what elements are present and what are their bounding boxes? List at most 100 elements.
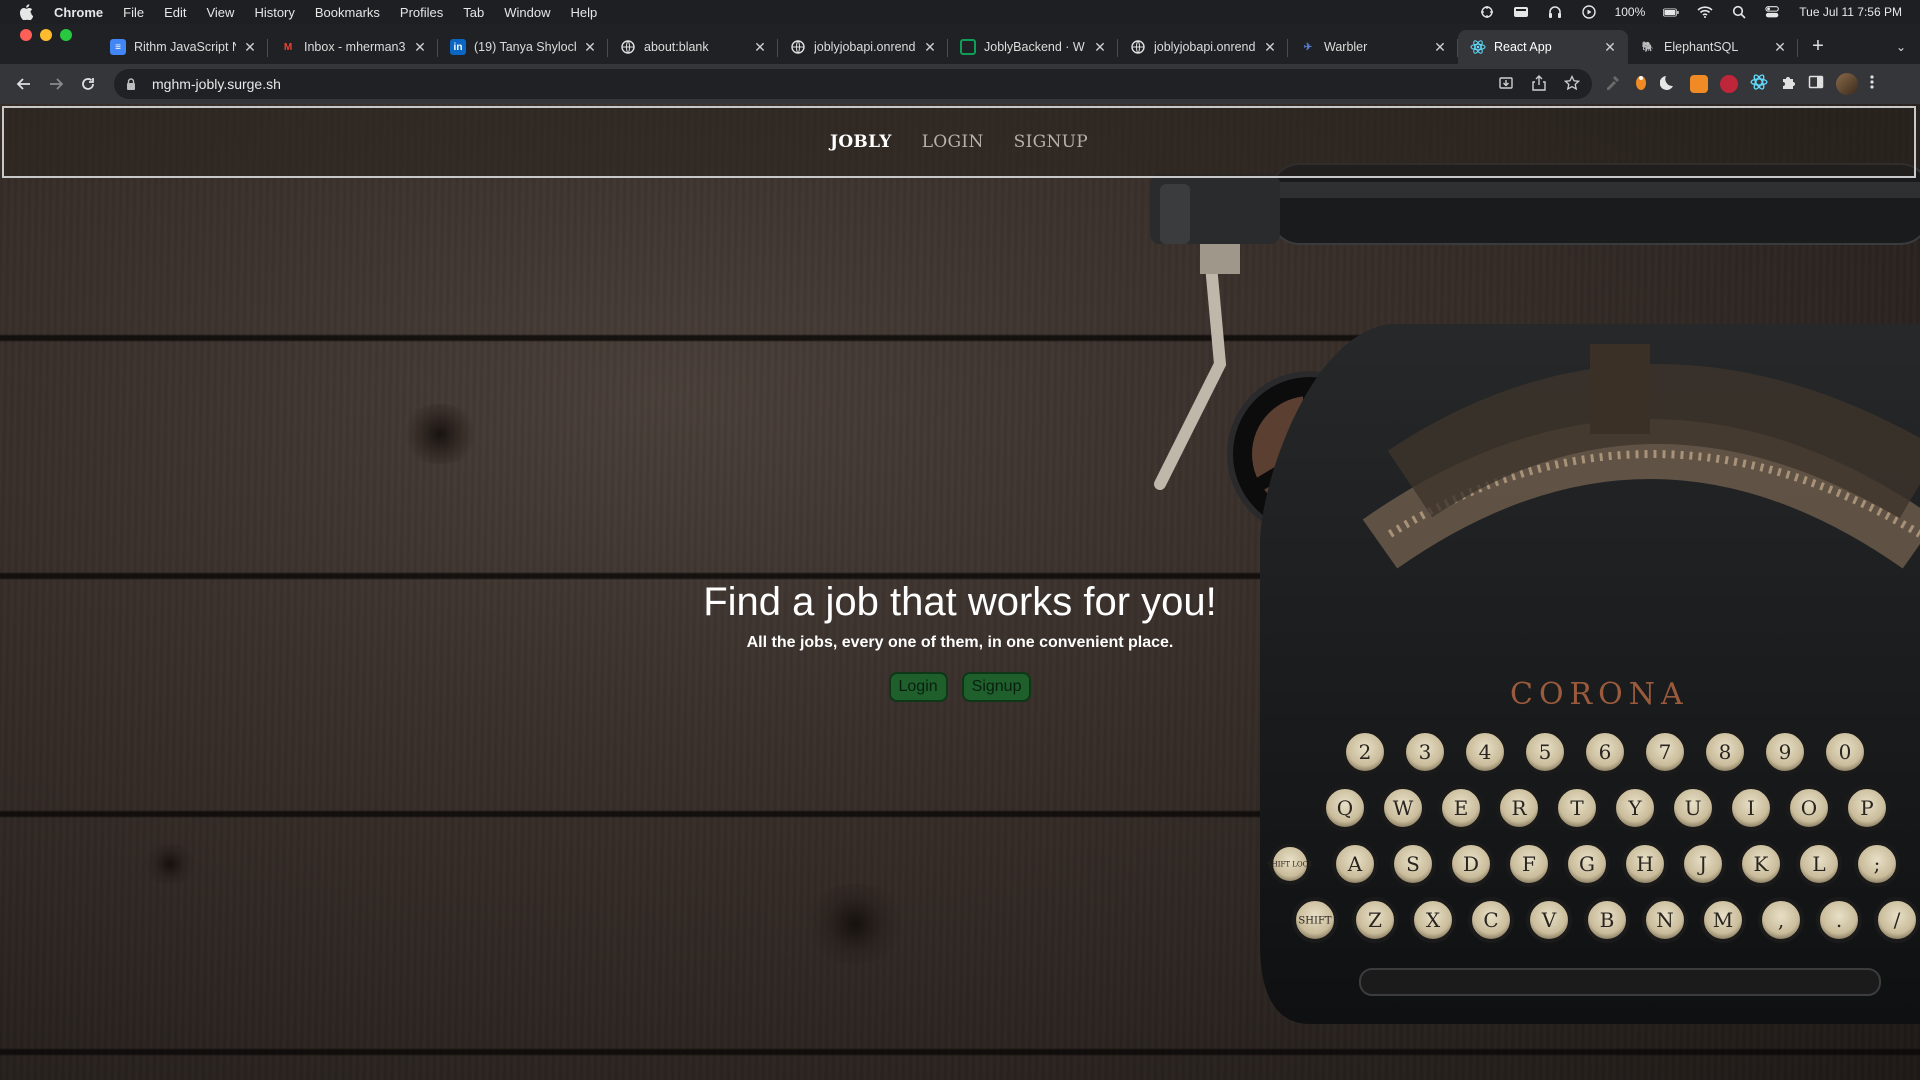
profile-avatar[interactable] [1836,73,1858,95]
close-tab-icon[interactable]: ✕ [582,39,598,55]
close-window-button[interactable] [20,29,32,41]
zoom-window-button[interactable] [60,29,72,41]
typewriter-key-label: 2 [1359,740,1372,764]
typewriter-shift-lock-key-label: SHIFT LOCK [1267,861,1314,869]
forward-button[interactable] [42,70,70,98]
close-tab-icon[interactable]: ✕ [1602,39,1618,55]
todoist-extension-icon[interactable] [1690,75,1708,93]
battery-icon[interactable] [1663,5,1679,19]
kebab-menu-icon[interactable] [1870,74,1874,95]
menu-edit[interactable]: Edit [164,5,186,20]
typewriter-key-label: O [1801,796,1817,820]
keyboard-icon[interactable] [1513,5,1529,19]
side-panel-icon[interactable] [1808,74,1824,95]
wood-knot [800,884,910,964]
back-button[interactable] [10,70,38,98]
control-center-icon[interactable] [1765,5,1781,19]
apple-icon[interactable] [18,4,34,20]
tab-linkedin[interactable]: in (19) Tanya Shylock ✕ [438,30,608,64]
typewriter-key-label: 9 [1779,740,1792,764]
tab-search-chevron-icon[interactable]: ⌄ [1896,40,1906,54]
react-devtools-icon[interactable] [1750,73,1768,96]
close-tab-icon[interactable]: ✕ [752,39,768,55]
tab-about-blank[interactable]: about:blank ✕ [608,30,778,64]
tab-rithm[interactable]: ≡ Rithm JavaScript N ✕ [98,30,268,64]
typewriter-key-label: A [1347,852,1363,876]
menu-window[interactable]: Window [504,5,550,20]
close-tab-icon[interactable]: ✕ [922,39,938,55]
tab-title: ElephantSQL [1664,40,1739,54]
wood-knot [400,404,480,464]
typewriter-key-label: K [1754,852,1770,876]
honey-extension-icon[interactable] [1634,73,1648,96]
menu-profiles[interactable]: Profiles [400,5,443,20]
globe-icon [1130,39,1146,55]
typewriter-shift-key-label: SHIFT [1298,916,1331,927]
tab-elephantsql[interactable]: 🐘 ElephantSQL ✕ [1628,30,1798,64]
close-tab-icon[interactable]: ✕ [1772,39,1788,55]
menubar-clock[interactable]: Tue Jul 11 7:56 PM [1799,5,1902,19]
typewriter-key-label: 6 [1599,740,1612,764]
dropper-extension-icon[interactable] [1604,73,1622,96]
battery-percent: 100% [1614,5,1646,19]
typewriter-key-label: , [1778,908,1784,932]
tab-react-app[interactable]: React App ✕ [1458,30,1628,64]
close-tab-icon[interactable]: ✕ [412,39,428,55]
extensions-area [1604,73,1874,96]
menu-file[interactable]: File [123,5,144,20]
spotlight-search-icon[interactable] [1731,5,1747,19]
tab-joblyjobapi-1[interactable]: joblyjobapi.onrend ✕ [778,30,948,64]
dark-mode-moon-icon[interactable] [1659,73,1678,96]
tab-jobly-backend[interactable]: JoblyBackend · W ✕ [948,30,1118,64]
macos-menu-bar: Chrome File Edit View History Bookmarks … [0,0,1920,24]
menu-tab[interactable]: Tab [463,5,484,20]
tab-title: JoblyBackend · W [984,40,1085,54]
hero-subtitle: All the jobs, every one of them, in one … [746,634,1174,651]
menu-bookmarks[interactable]: Bookmarks [315,5,380,20]
tab-gmail[interactable]: M Inbox - mherman3 ✕ [268,30,438,64]
minimize-window-button[interactable] [40,29,52,41]
gamepad-icon[interactable] [1479,5,1495,19]
hero-signup-button[interactable]: Signup [961,672,1032,702]
close-tab-icon[interactable]: ✕ [242,39,258,55]
bookmark-star-icon[interactable] [1563,74,1581,94]
address-bar[interactable]: mghm-jobly.surge.sh [114,69,1592,99]
typewriter-key-label: W [1393,796,1414,820]
elephant-icon: 🐘 [1641,41,1655,53]
lock-icon[interactable] [126,77,140,91]
typewriter-key-label: C [1483,908,1498,932]
close-tab-icon[interactable]: ✕ [1092,39,1108,55]
close-tab-icon[interactable]: ✕ [1432,39,1448,55]
menu-help[interactable]: Help [571,5,598,20]
puzzle-extensions-icon[interactable] [1780,74,1796,95]
headphones-icon[interactable] [1547,5,1563,19]
navbar-signup-link[interactable]: SIGNUP [1014,132,1088,152]
close-tab-icon[interactable]: ✕ [1262,39,1278,55]
share-icon[interactable] [1532,74,1546,94]
wood-knot [140,844,200,884]
url-text[interactable]: mghm-jobly.surge.sh [152,76,281,92]
tab-title: Inbox - mherman3 [304,40,406,54]
ublock-extension-icon[interactable] [1720,75,1738,93]
tab-list: ≡ Rithm JavaScript N ✕ M Inbox - mherman… [98,24,1798,64]
typewriter-key-label: T [1570,796,1584,820]
play-circle-icon[interactable] [1581,5,1597,19]
menu-history[interactable]: History [254,5,294,20]
typewriter-key-label: H [1636,852,1653,876]
reload-button[interactable] [74,70,102,98]
replit-icon [960,39,976,55]
menu-app-name[interactable]: Chrome [54,5,103,20]
wifi-icon[interactable] [1697,5,1713,19]
tab-joblyjobapi-2[interactable]: joblyjobapi.onrend ✕ [1118,30,1288,64]
tab-title: about:blank [644,40,709,54]
navbar-brand-link[interactable]: JOBLY [830,132,892,152]
typewriter-key-label: V [1541,908,1557,932]
navbar-login-link[interactable]: LOGIN [922,132,984,152]
tab-warbler[interactable]: ✈ Warbler ✕ [1288,30,1458,64]
new-tab-button[interactable]: + [1802,30,1834,62]
install-app-icon[interactable] [1498,75,1514,94]
tab-title: Rithm JavaScript N [134,40,236,54]
hero-login-button[interactable]: Login [888,672,948,702]
typewriter-key-label: G [1579,852,1595,876]
menu-view[interactable]: View [206,5,234,20]
